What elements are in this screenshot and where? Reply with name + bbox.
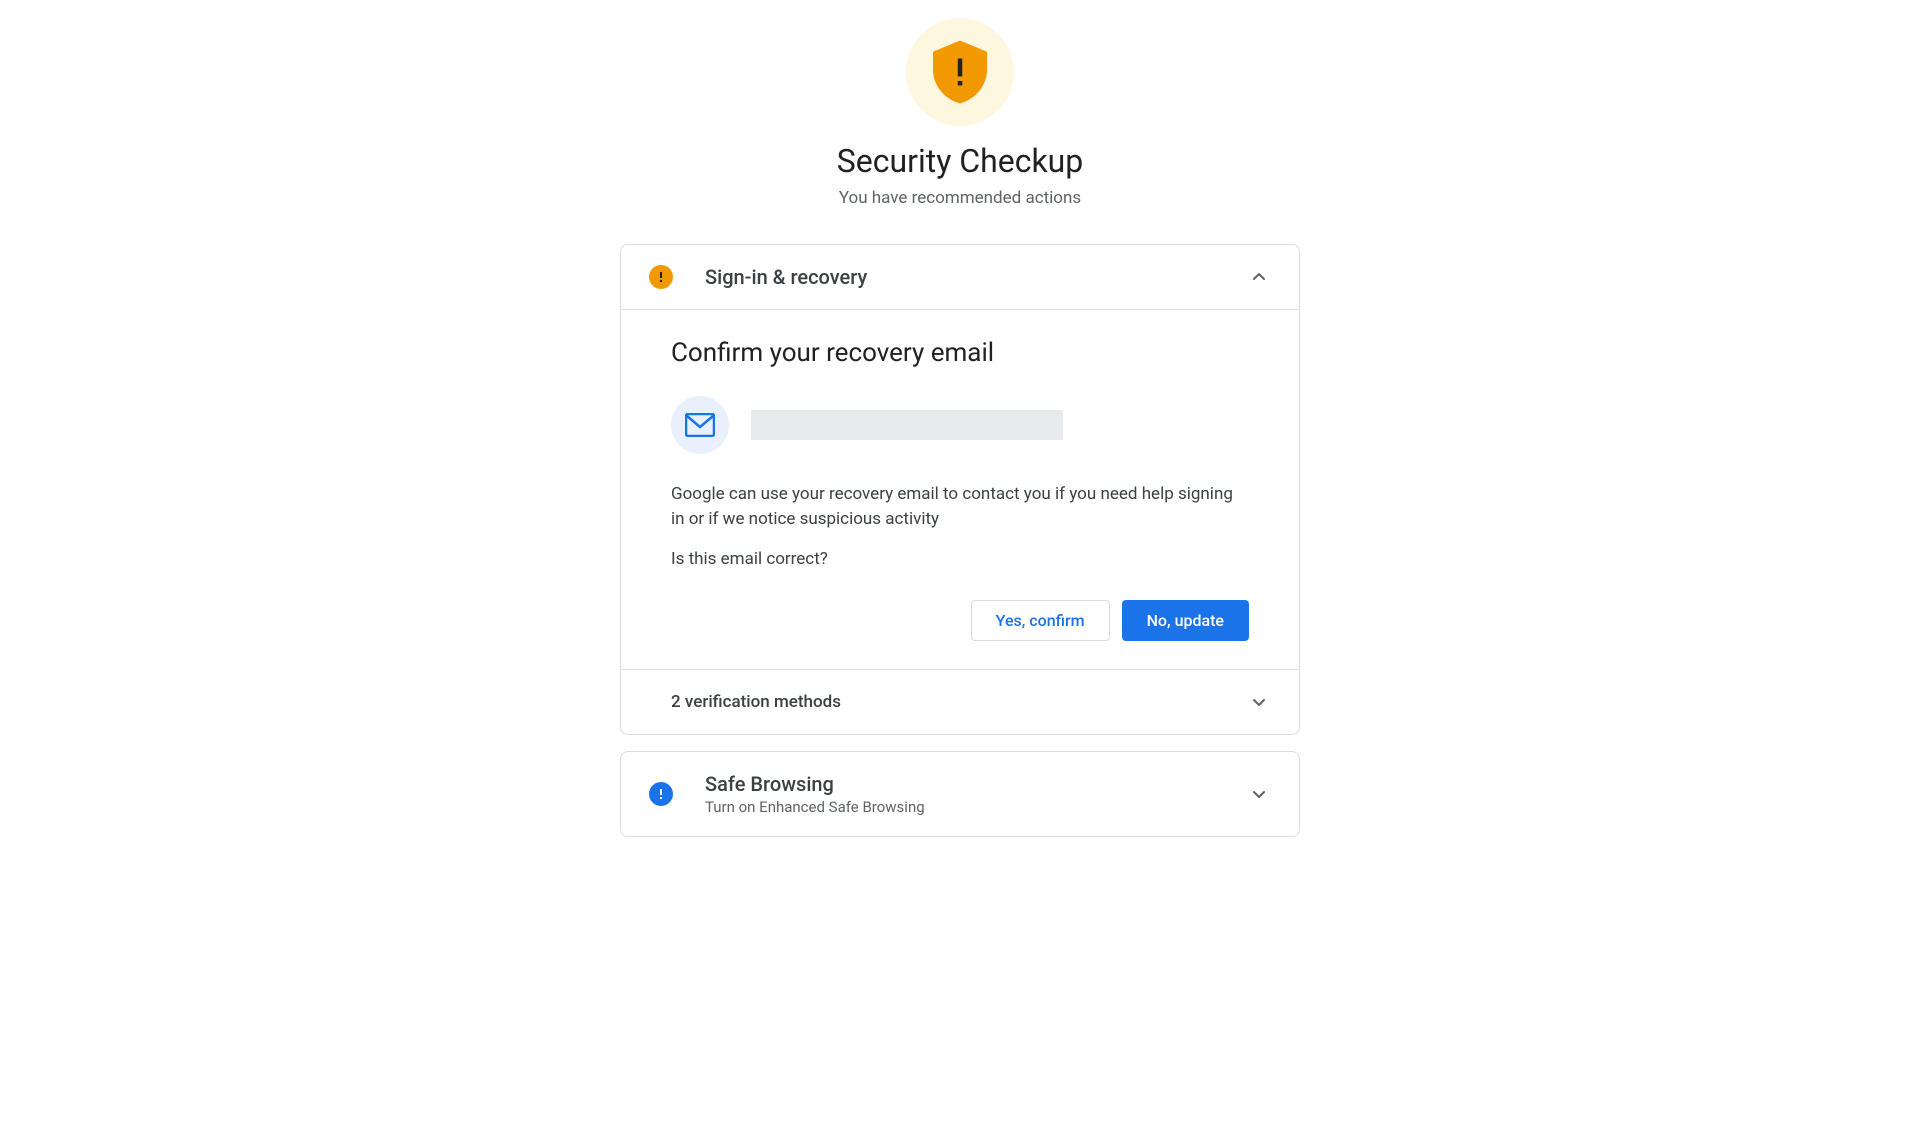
confirm-button[interactable]: Yes, confirm bbox=[971, 600, 1110, 641]
recovery-email-redacted bbox=[751, 410, 1063, 440]
body-title: Confirm your recovery email bbox=[671, 338, 1249, 368]
page-title: Security Checkup bbox=[620, 142, 1300, 180]
chevron-down-icon bbox=[1247, 690, 1271, 714]
mail-icon bbox=[671, 396, 729, 454]
recovery-actions: Yes, confirm No, update bbox=[671, 600, 1249, 641]
chevron-down-icon bbox=[1247, 782, 1271, 806]
signin-recovery-card: Sign-in & recovery Confirm your recovery… bbox=[620, 244, 1300, 735]
page-header: Security Checkup You have recommended ac… bbox=[620, 18, 1300, 208]
update-button[interactable]: No, update bbox=[1122, 600, 1249, 641]
info-status-icon bbox=[649, 782, 673, 806]
safe-browsing-header[interactable]: Safe Browsing Turn on Enhanced Safe Brow… bbox=[621, 752, 1299, 836]
page-subtitle: You have recommended actions bbox=[620, 188, 1300, 208]
chevron-up-icon bbox=[1247, 265, 1271, 289]
signin-recovery-header[interactable]: Sign-in & recovery bbox=[621, 245, 1299, 309]
verification-methods-title: 2 verification methods bbox=[671, 692, 1247, 712]
section-title: Safe Browsing bbox=[705, 772, 1247, 796]
verification-methods-row[interactable]: 2 verification methods bbox=[621, 670, 1299, 734]
recovery-prompt: Is this email correct? bbox=[671, 547, 1249, 572]
section-title: Sign-in & recovery bbox=[705, 265, 1247, 289]
section-subtitle: Turn on Enhanced Safe Browsing bbox=[705, 798, 1247, 816]
warning-status-icon bbox=[649, 265, 673, 289]
shield-warning-icon bbox=[906, 18, 1014, 126]
recovery-email-body: Confirm your recovery email Google can u… bbox=[621, 310, 1299, 669]
recovery-description: Google can use your recovery email to co… bbox=[671, 482, 1249, 531]
safe-browsing-card: Safe Browsing Turn on Enhanced Safe Brow… bbox=[620, 751, 1300, 837]
recovery-email-row bbox=[671, 396, 1249, 454]
